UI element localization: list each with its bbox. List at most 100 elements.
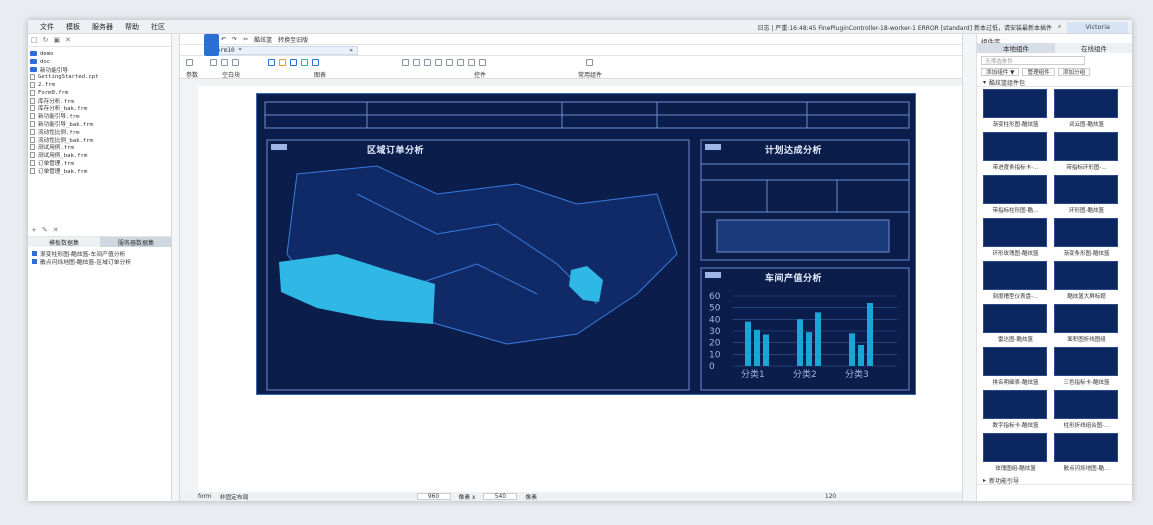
- chart-icon[interactable]: [279, 59, 286, 66]
- blank-block-icon[interactable]: [232, 59, 239, 66]
- widget-icon[interactable]: [402, 59, 409, 66]
- layout-select[interactable]: 非固定布局: [220, 492, 249, 501]
- zoom-level[interactable]: 120: [825, 494, 836, 500]
- tree-item[interactable]: 测试用例.frm: [30, 144, 171, 151]
- menu-server[interactable]: 服务器: [92, 22, 113, 32]
- tree-item[interactable]: doc: [30, 58, 171, 66]
- close-icon[interactable]: ✕: [349, 47, 353, 54]
- menu-file[interactable]: 文件: [40, 22, 54, 32]
- delete-icon[interactable]: ✕: [65, 36, 71, 44]
- add-component-button[interactable]: 添加组件 ▼: [981, 68, 1020, 76]
- tree-item[interactable]: 库存分析.frm: [30, 97, 171, 105]
- component-card[interactable]: 雷达图-酷炫篮: [983, 304, 1048, 345]
- tree-item[interactable]: 库存分析_bak.frm: [30, 105, 171, 112]
- blank-block-icon[interactable]: [210, 59, 217, 66]
- filter-select[interactable]: 无筛选条件: [981, 56, 1085, 65]
- chart-icon[interactable]: [301, 59, 308, 66]
- new-file-icon[interactable]: □: [31, 36, 38, 44]
- tree-item[interactable]: 新功能引导: [30, 66, 171, 74]
- component-card[interactable]: 渐变条形图-酷炫篮: [1054, 218, 1119, 259]
- component-card[interactable]: 渐变柱形图-酷炫篮: [983, 89, 1048, 130]
- tree-item[interactable]: Form0.frm: [30, 89, 171, 97]
- menu-help[interactable]: 帮助: [125, 22, 139, 32]
- component-card[interactable]: 散点闪烁地图-酷...: [1054, 433, 1119, 474]
- widget-icon[interactable]: [413, 59, 420, 66]
- tree-item[interactable]: 新功能引导.frm: [30, 112, 171, 120]
- component-card[interactable]: 环形玫瑰图-酷炫篮: [983, 218, 1048, 259]
- collapse-strip[interactable]: [172, 34, 180, 501]
- component-label: 带进度条指标卡-...: [992, 165, 1039, 171]
- tab-server-dataset[interactable]: 服务器数据集: [100, 237, 172, 247]
- bar: [763, 334, 769, 366]
- tree-item[interactable]: 测试用例_bak.frm: [30, 151, 171, 159]
- tree-item[interactable]: GettingStarted.cpt: [30, 73, 171, 81]
- tree-item[interactable]: 订单管理.frm: [30, 159, 171, 167]
- component-card[interactable]: 排名明细表-酷炫篮: [983, 347, 1048, 388]
- widget-icon[interactable]: [457, 59, 464, 66]
- designer-window: 文件 模板 服务器 帮助 社区 日志 | 严重:16:48:45 FinePlu…: [28, 20, 1132, 501]
- menu-bar: 文件 模板 服务器 帮助 社区 日志 | 严重:16:48:45 FinePlu…: [28, 20, 1132, 34]
- component-card[interactable]: 柱形折线组合图-...: [1054, 390, 1119, 431]
- widget-icon[interactable]: [446, 59, 453, 66]
- editor-area: ↶ ↷ ✂ 酷炫篮 转换至旧版 Form10 * ✕ 参数 空白块 图表 控件 常…: [180, 34, 962, 501]
- component-card[interactable]: 三色指标卡-酷炫篮: [1054, 347, 1119, 388]
- component-group[interactable]: ▾ 酷炫篮组件包: [977, 78, 1132, 87]
- tab-template-dataset[interactable]: 模板数据集: [28, 237, 100, 247]
- widget-icon[interactable]: [424, 59, 431, 66]
- tab-form10[interactable]: Form10 * ✕: [208, 45, 358, 55]
- component-card[interactable]: 面积图折线图组: [1054, 304, 1119, 345]
- blank-block-icon[interactable]: [221, 59, 228, 66]
- component-card[interactable]: 刻度槽型仪表盘-...: [983, 261, 1048, 302]
- chart-icon[interactable]: [290, 59, 297, 66]
- refresh-icon[interactable]: ↻: [43, 36, 49, 44]
- cut-icon[interactable]: ✂: [243, 36, 248, 43]
- component-card[interactable]: 玫瑰图组-酷炫篮: [983, 433, 1048, 474]
- tree-item[interactable]: 流动性比例_bak.frm: [30, 136, 171, 144]
- component-card[interactable]: 带进度条指标卡-...: [983, 132, 1048, 173]
- component-card[interactable]: 带指标柱形图-酷...: [983, 175, 1048, 216]
- manage-component-button[interactable]: 管理组件: [1022, 68, 1055, 76]
- widget-icon[interactable]: [435, 59, 442, 66]
- widget-icon[interactable]: [479, 59, 486, 66]
- dashboard-preview[interactable]: 0 10 20 30 40 50 60 分类1 分类2 分类3 区域订单分析 计划达成分析 车间产…: [256, 93, 916, 395]
- save-icon[interactable]: ▣: [54, 36, 61, 44]
- component-card[interactable]: 环形图-酷炫篮: [1054, 175, 1119, 216]
- tree-item[interactable]: 流动性比例.frm: [30, 128, 171, 136]
- add-group-button[interactable]: 添加分组: [1057, 68, 1091, 76]
- template-icon[interactable]: [204, 34, 219, 56]
- ribbon-label-params: 参数: [186, 72, 199, 79]
- component-card[interactable]: 数字指标卡-酷炫篮: [983, 390, 1048, 431]
- common-widget-icon[interactable]: [586, 59, 593, 66]
- component-card[interactable]: 带指标环形图-...: [1054, 132, 1119, 173]
- search-icon[interactable]: ⌕: [1058, 23, 1061, 31]
- tree-item[interactable]: demo: [30, 50, 171, 58]
- height-input[interactable]: 540: [483, 493, 518, 500]
- tab-local[interactable]: 本地组件: [977, 43, 1055, 53]
- redo-icon[interactable]: ↷: [232, 36, 237, 43]
- undo-icon[interactable]: ↶: [221, 36, 226, 43]
- tree-item[interactable]: 新功能引导_bak.frm: [30, 120, 171, 128]
- add-icon[interactable]: +: [31, 226, 37, 234]
- edit-icon[interactable]: ✎: [42, 226, 48, 234]
- menu-template[interactable]: 模板: [66, 22, 80, 32]
- widget-icon[interactable]: [468, 59, 475, 66]
- param-icon[interactable]: [186, 59, 193, 66]
- tree-item[interactable]: 2.frm: [30, 81, 171, 89]
- publish-button[interactable]: 酷炫篮: [254, 35, 272, 44]
- panel-strip[interactable]: [963, 34, 977, 501]
- chart-icon[interactable]: [268, 59, 275, 66]
- log-status[interactable]: 日志 | 严重:16:48:45 FinePluginController-18…: [758, 23, 1052, 32]
- menu-community[interactable]: 社区: [151, 22, 165, 32]
- user-badge[interactable]: Victoria: [1067, 21, 1128, 33]
- switch-button[interactable]: 转换至旧版: [278, 35, 308, 44]
- new-feature-group[interactable]: ▸ 新功能引导: [977, 476, 1132, 485]
- width-input[interactable]: 960: [416, 493, 451, 500]
- chart-icon[interactable]: [312, 59, 319, 66]
- component-card[interactable]: 酷炫篮大屏标题: [1054, 261, 1119, 302]
- delete-icon[interactable]: ✕: [53, 226, 59, 234]
- component-card[interactable]: 词云图-酷炫篮: [1054, 89, 1119, 130]
- tab-online[interactable]: 在线组件: [1055, 43, 1132, 53]
- bar: [858, 345, 864, 366]
- list-item[interactable]: 散点闪烁地图-酷炫篮-区域订单分析: [32, 257, 172, 266]
- tree-item[interactable]: 订单管理_bak.frm: [30, 167, 171, 175]
